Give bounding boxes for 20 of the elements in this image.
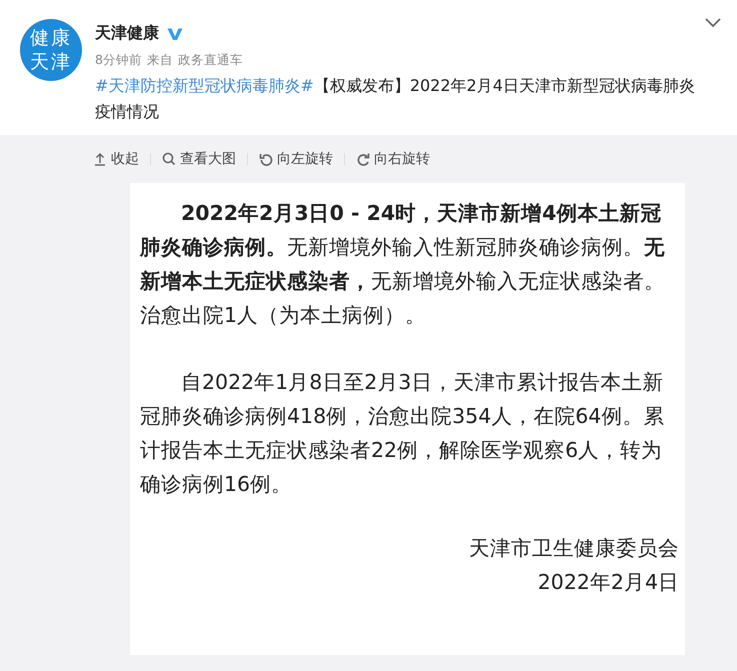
- search-icon: [162, 152, 176, 166]
- source-label: 来自: [146, 52, 173, 69]
- chevron-down-icon[interactable]: [705, 18, 721, 28]
- rotate-left-icon: [259, 152, 273, 166]
- rotate-left-button[interactable]: 向左旋转: [259, 150, 333, 168]
- signature-line: 2022年2月4日: [536, 569, 679, 596]
- zoom-button[interactable]: 查看大图: [162, 150, 236, 168]
- signature-line: 天津市卫生健康委员会: [468, 535, 679, 562]
- upload-arrow-icon: [93, 152, 107, 166]
- hashtag-link[interactable]: #天津防控新型冠状病毒肺炎#: [95, 76, 314, 95]
- source-link[interactable]: 政务直通车: [178, 52, 243, 69]
- collapse-button[interactable]: 收起: [93, 150, 139, 168]
- image-paragraph: 2022年2月3日0 - 24时，天津市新增4例本土新冠肺炎确诊病例。无新增境外输入性新冠肺炎确诊病例。无新增本土无症状感染者，无新增境外输入无症状感染者。治愈出院1人（为本土病例）。: [140, 200, 666, 329]
- image-paragraph: 自2022年1月8日至2月3日，天津市累计报告本土新冠肺炎确诊病例418例，治愈出院354人，在院64例。累计报告本土无症状感染者22例，解除医学观察6人，转为确诊病例16例。: [140, 369, 666, 498]
- rotate-right-button[interactable]: 向右旋转: [356, 150, 430, 168]
- rotate-right-icon: [356, 152, 370, 166]
- post-time[interactable]: 8分钟前: [95, 52, 142, 69]
- avatar-logo[interactable]: 健康 天津: [20, 19, 82, 81]
- post-text: #天津防控新型冠状病毒肺炎#【权威发布】2022年2月4日天津市新型冠状病毒肺炎疫情情况: [95, 75, 696, 123]
- account-name[interactable]: 天津健康: [95, 23, 159, 44]
